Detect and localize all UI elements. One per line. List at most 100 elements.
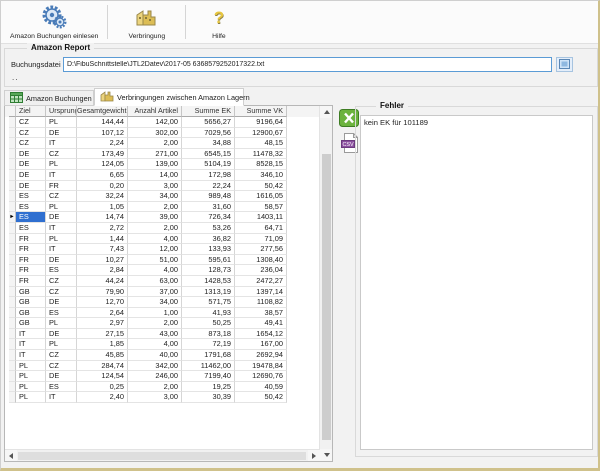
table-row[interactable]: CZPL144,44142,005656,279196,64 [5, 117, 320, 128]
grid-cell[interactable]: 2,24 [77, 138, 128, 149]
grid-cell[interactable]: FR [16, 244, 46, 255]
grid-cell[interactable]: 14,00 [128, 170, 182, 181]
grid-cell[interactable]: 45,85 [77, 350, 128, 361]
grid-cell[interactable]: 34,00 [128, 297, 182, 308]
grid-cell[interactable]: 30,39 [182, 392, 235, 403]
grid-cell[interactable]: 1,44 [77, 234, 128, 245]
grid-cell[interactable]: GB [16, 287, 46, 298]
grid-cell[interactable]: 1,00 [128, 308, 182, 319]
grid-cell[interactable]: CZ [46, 149, 77, 160]
table-row[interactable]: ITDE27,1543,00873,181654,12 [5, 329, 320, 340]
grid-cell[interactable]: 0,20 [77, 181, 128, 192]
grid-cell[interactable]: 4,00 [128, 265, 182, 276]
grid-cell[interactable]: 11462,00 [182, 361, 235, 372]
grid-cell[interactable]: 50,42 [235, 392, 287, 403]
grid-cell[interactable]: DE [16, 170, 46, 181]
grid-cell[interactable]: 38,57 [235, 308, 287, 319]
grid-cell[interactable]: 63,00 [128, 276, 182, 287]
grid-cell[interactable]: 19478,84 [235, 361, 287, 372]
table-row[interactable]: PLDE124,54246,007199,4012690,76 [5, 371, 320, 382]
grid-cell[interactable]: 50,42 [235, 181, 287, 192]
grid-cell[interactable]: 31,60 [182, 202, 235, 213]
table-row[interactable]: ►ESDE14,7439,00726,341403,11 [5, 212, 320, 223]
scroll-left-button[interactable] [5, 450, 17, 462]
grid-cell[interactable]: 1313,19 [182, 287, 235, 298]
vertical-scroll-thumb[interactable] [322, 154, 331, 440]
grid-cell[interactable]: 2,40 [77, 392, 128, 403]
grid-cell[interactable]: DE [46, 255, 77, 266]
grid-cell[interactable]: 2,84 [77, 265, 128, 276]
tab-amazon-buchungen[interactable]: Amazon Buchungen [4, 90, 94, 106]
tab-verbringungen[interactable]: Verbringungen zwischen Amazon Lagern [94, 88, 244, 106]
grid-cell[interactable]: 10,27 [77, 255, 128, 266]
table-row[interactable]: CZDE107,12302,007029,5612900,67 [5, 128, 320, 139]
browse-file-button[interactable] [556, 57, 573, 72]
grid-cell[interactable]: 346,10 [235, 170, 287, 181]
table-row[interactable]: PLES0,252,0019,2540,59 [5, 382, 320, 393]
grid-cell[interactable]: 9196,64 [235, 117, 287, 128]
error-list[interactable]: kein EK für 101189 [360, 115, 593, 450]
column-header-summe-vk[interactable]: Summe VK [235, 106, 287, 117]
grid-cell[interactable]: 726,34 [182, 212, 235, 223]
grid-cell[interactable]: 142,00 [128, 117, 182, 128]
grid-cell[interactable]: 32,24 [77, 191, 128, 202]
grid-cell[interactable]: 12690,76 [235, 371, 287, 382]
grid-cell[interactable]: 2,00 [128, 318, 182, 329]
grid-cell[interactable]: 4,00 [128, 339, 182, 350]
grid-cell[interactable]: ES [16, 212, 46, 223]
table-row[interactable]: DEPL124,05139,005104,198528,15 [5, 159, 320, 170]
scroll-up-button[interactable] [320, 106, 333, 118]
table-row[interactable]: ITCZ45,8540,001791,682692,94 [5, 350, 320, 361]
grid-cell[interactable]: 12,70 [77, 297, 128, 308]
table-row[interactable]: DEFR0,203,0022,2450,42 [5, 181, 320, 192]
grid-cell[interactable]: 1108,82 [235, 297, 287, 308]
grid-cell[interactable]: FR [16, 234, 46, 245]
column-header-summe-ek[interactable]: Summe EK [182, 106, 235, 117]
grid-cell[interactable]: 302,00 [128, 128, 182, 139]
grid-cell[interactable]: PL [46, 202, 77, 213]
scroll-down-button[interactable] [320, 449, 333, 461]
grid-cell[interactable]: PL [46, 234, 77, 245]
grid-cell[interactable]: 989,48 [182, 191, 235, 202]
grid-cell[interactable]: 41,93 [182, 308, 235, 319]
horizontal-scroll-thumb[interactable] [18, 452, 306, 460]
grid-cell[interactable]: 37,00 [128, 287, 182, 298]
grid-cell[interactable]: 22,24 [182, 181, 235, 192]
verbringung-button[interactable]: Verbringung [110, 1, 183, 43]
grid-cell[interactable]: PL [46, 159, 77, 170]
grid-cell[interactable]: 1,05 [77, 202, 128, 213]
grid-cell[interactable]: 72,19 [182, 339, 235, 350]
grid-cell[interactable]: 5656,27 [182, 117, 235, 128]
grid-cell[interactable]: 1308,40 [235, 255, 287, 266]
table-row[interactable]: GBCZ79,9037,001313,191397,14 [5, 287, 320, 298]
grid-cell[interactable]: 236,04 [235, 265, 287, 276]
grid-cell[interactable]: 6,65 [77, 170, 128, 181]
column-header-anzahl-artikel[interactable]: Anzahl Artikel [128, 106, 182, 117]
grid-cell[interactable]: 40,59 [235, 382, 287, 393]
grid-cell[interactable]: 0,25 [77, 382, 128, 393]
grid-cell[interactable]: 133,93 [182, 244, 235, 255]
grid-cell[interactable]: PL [16, 382, 46, 393]
scroll-right-button[interactable] [308, 450, 320, 462]
grid-cell[interactable]: PL [46, 318, 77, 329]
grid-cell[interactable]: IT [16, 329, 46, 340]
grid-cell[interactable]: IT [16, 339, 46, 350]
table-row[interactable]: DECZ173,49271,006545,1511478,32 [5, 149, 320, 160]
grid-cell[interactable]: 1397,14 [235, 287, 287, 298]
grid-cell[interactable]: DE [46, 329, 77, 340]
grid-cell[interactable]: DE [46, 128, 77, 139]
grid-cell[interactable]: IT [46, 223, 77, 234]
grid-cell[interactable]: FR [46, 181, 77, 192]
grid-cell[interactable]: DE [46, 212, 77, 223]
grid-cell[interactable]: 595,61 [182, 255, 235, 266]
grid-cell[interactable]: 12,00 [128, 244, 182, 255]
table-row[interactable]: FRDE10,2751,00595,611308,40 [5, 255, 320, 266]
grid-cell[interactable]: 167,00 [235, 339, 287, 350]
vertical-scrollbar[interactable] [319, 106, 332, 461]
grid-cell[interactable]: 53,26 [182, 223, 235, 234]
table-row[interactable]: PLCZ284,74342,0011462,0019478,84 [5, 361, 320, 372]
grid-cell[interactable]: 107,12 [77, 128, 128, 139]
grid-cell[interactable]: 2,72 [77, 223, 128, 234]
grid-cell[interactable]: CZ [46, 361, 77, 372]
grid-cell[interactable]: CZ [46, 276, 77, 287]
